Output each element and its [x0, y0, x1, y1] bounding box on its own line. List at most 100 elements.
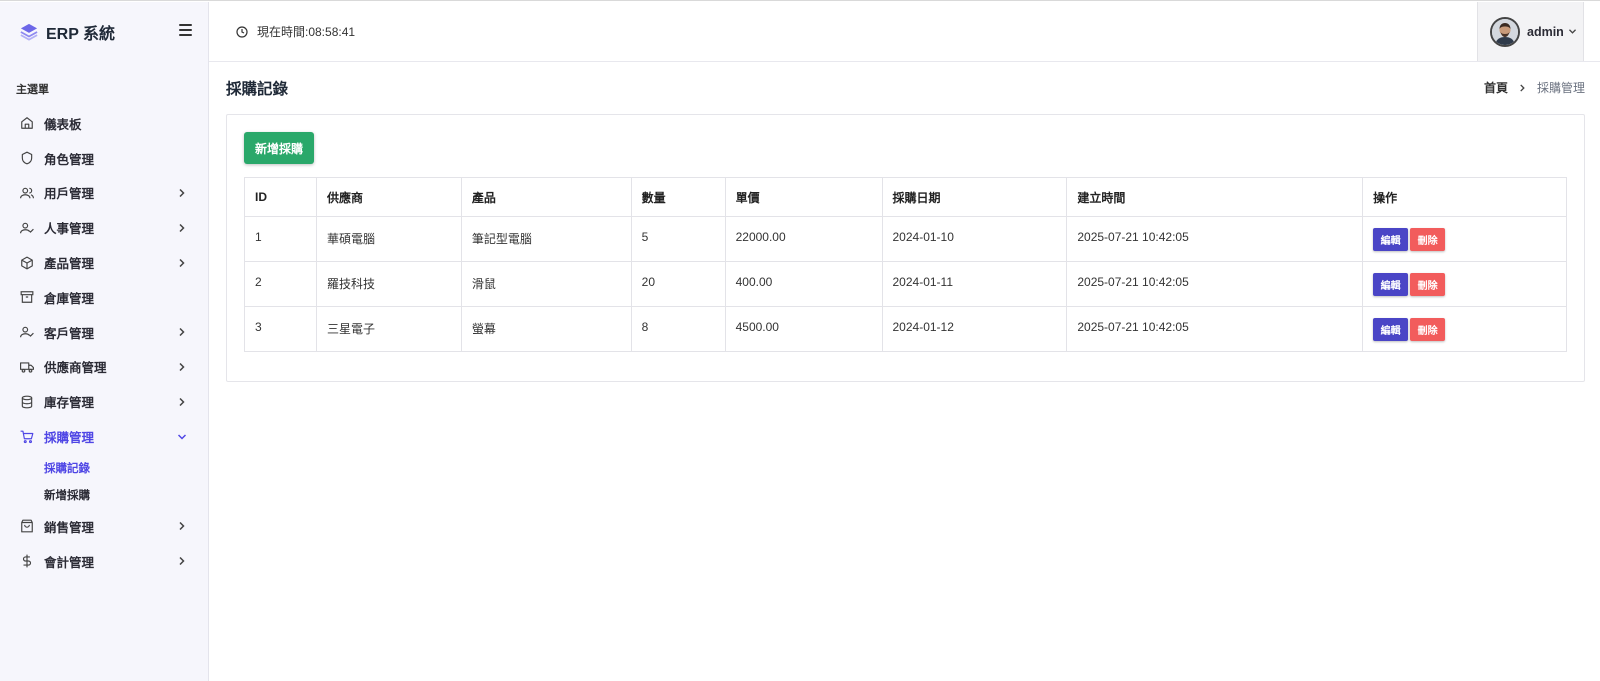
sidebar-item-customers[interactable]: 客戶管理 [0, 315, 208, 350]
edit-button[interactable]: 編輯 [1373, 227, 1409, 251]
brand-title: ERP 系統 [46, 26, 116, 43]
cell-created-at: 2025-07-21 10:42:05 [1066, 216, 1364, 262]
cell-created-at: 2025-07-21 10:42:05 [1066, 306, 1364, 352]
sidebar-item-products[interactable]: 產品管理 [0, 245, 208, 280]
submenu-item-new-purchase[interactable]: 新增採購 [0, 481, 208, 509]
chevron-down-icon [1568, 29, 1576, 34]
chevron-right-icon [1520, 83, 1525, 92]
column-header-quantity: 數量 [630, 177, 726, 217]
cell-quantity: 8 [630, 306, 726, 352]
sidebar-item-dashboard[interactable]: 儀表板 [0, 106, 208, 141]
breadcrumb-current: 採購管理 [1536, 81, 1585, 95]
sidebar-item-label: 人事管理 [44, 222, 95, 237]
sidebar-item-label: 角色管理 [44, 152, 95, 167]
sidebar-item-hr[interactable]: 人事管理 [0, 210, 208, 245]
chevron-right-icon [179, 188, 185, 197]
clock-text: 現在時間:08:58:41 [257, 25, 356, 39]
add-purchase-button[interactable]: 新增採購 [244, 132, 314, 164]
chevron-right-icon [179, 397, 185, 406]
user-name: admin [1527, 24, 1564, 39]
sidebar-item-inventory[interactable]: 庫存管理 [0, 384, 208, 419]
sidebar-item-label: 供應商管理 [44, 361, 107, 376]
sidebar-item-label: 產品管理 [44, 257, 95, 272]
column-header-unit-price: 單價 [724, 177, 883, 217]
shield-icon [20, 151, 34, 165]
home-icon [20, 116, 34, 130]
sidebar-item-roles[interactable]: 角色管理 [0, 141, 208, 176]
cell-supplier: 三星電子 [315, 306, 462, 352]
sidebar: ERP 系統 主選單 儀表板 角色管理 用戶管理 人事管理 產品管理 倉庫管理 … [0, 2, 209, 681]
column-header-created-at: 建立時間 [1066, 177, 1364, 217]
cell-created-at: 2025-07-21 10:42:05 [1066, 261, 1364, 307]
chevron-right-icon [179, 223, 185, 232]
delete-button[interactable]: 刪除 [1410, 272, 1446, 296]
cell-product: 螢幕 [460, 306, 632, 352]
chevron-right-icon [179, 362, 185, 371]
sidebar-item-accounting[interactable]: 會計管理 [0, 544, 208, 579]
cell-supplier: 華碩電腦 [315, 216, 462, 262]
column-header-actions: 操作 [1362, 177, 1567, 217]
topbar: 現在時間:08:58:41 admin [209, 2, 1600, 62]
column-header-id: ID [244, 177, 317, 217]
cell-unit-price: 4500.00 [724, 306, 883, 352]
sidebar-item-label: 庫存管理 [44, 396, 95, 411]
cell-actions: 編輯 刪除 [1362, 216, 1567, 262]
table-row: 2 羅技科技 滑鼠 20 400.00 2024-01-11 2025-07-2… [244, 261, 1567, 307]
cell-quantity: 5 [630, 216, 726, 262]
chevron-right-icon [179, 522, 185, 531]
user-menu[interactable]: admin [1477, 2, 1584, 61]
menu-toggle-icon[interactable] [179, 24, 192, 36]
users-icon [20, 186, 34, 200]
chevron-right-icon [179, 328, 185, 337]
cell-actions: 編輯 刪除 [1362, 306, 1567, 352]
breadcrumb: 首頁 採購管理 [1484, 79, 1585, 96]
delete-button[interactable]: 刪除 [1410, 227, 1446, 251]
sidebar-item-suppliers[interactable]: 供應商管理 [0, 350, 208, 385]
chevron-right-icon [179, 258, 185, 267]
cell-purchase-date: 2024-01-12 [881, 306, 1068, 352]
sidebar-item-label: 採購管理 [44, 431, 95, 446]
purchasing-submenu: 採購記錄 新增採購 [0, 454, 208, 509]
dollar-icon [20, 554, 34, 568]
chevron-down-icon [178, 434, 186, 440]
edit-button[interactable]: 編輯 [1373, 272, 1409, 296]
cell-actions: 編輯 刪除 [1362, 261, 1567, 307]
delete-button[interactable]: 刪除 [1410, 317, 1446, 341]
cell-id: 2 [244, 261, 317, 307]
cell-unit-price: 22000.00 [724, 216, 883, 262]
cell-quantity: 20 [630, 261, 726, 307]
chevron-right-icon [179, 557, 185, 566]
cell-purchase-date: 2024-01-11 [881, 261, 1068, 307]
brand: ERP 系統 [0, 2, 208, 62]
edit-button[interactable]: 編輯 [1373, 317, 1409, 341]
archive-icon [20, 290, 34, 304]
sidebar-item-label: 倉庫管理 [44, 291, 95, 306]
sidebar-item-purchasing[interactable]: 採購管理 [0, 419, 208, 454]
cell-unit-price: 400.00 [724, 261, 883, 307]
page-title: 採購記錄 [226, 81, 289, 98]
sidebar-section-label: 主選單 [16, 84, 49, 96]
shopping-bag-icon [20, 519, 34, 533]
column-header-supplier: 供應商 [315, 177, 462, 217]
truck-icon [20, 360, 34, 374]
cell-product: 筆記型電腦 [460, 216, 632, 262]
avatar [1490, 16, 1520, 47]
sidebar-item-label: 客戶管理 [44, 326, 95, 341]
clock-icon [236, 25, 248, 38]
sidebar-item-sales[interactable]: 銷售管理 [0, 509, 208, 544]
cell-supplier: 羅技科技 [315, 261, 462, 307]
sidebar-item-label: 用戶管理 [44, 187, 95, 202]
sidebar-item-warehouse[interactable]: 倉庫管理 [0, 280, 208, 315]
sidebar-item-users[interactable]: 用戶管理 [0, 176, 208, 211]
user-check-icon [20, 325, 34, 339]
layers-logo-icon [20, 23, 38, 41]
table-row: 3 三星電子 螢幕 8 4500.00 2024-01-12 2025-07-2… [244, 306, 1567, 352]
database-icon [20, 395, 34, 409]
purchase-table: ID 供應商 產品 數量 單價 採購日期 建立時間 操作 1 華碩電腦 筆記型電… [244, 177, 1567, 352]
sidebar-menu: 儀表板 角色管理 用戶管理 人事管理 產品管理 倉庫管理 客戶管理 供應商管理 … [0, 106, 208, 579]
user-check-icon [20, 221, 34, 235]
breadcrumb-home[interactable]: 首頁 [1484, 79, 1508, 96]
table-row: 1 華碩電腦 筆記型電腦 5 22000.00 2024-01-10 2025-… [244, 216, 1567, 262]
clock: 現在時間:08:58:41 [236, 23, 355, 40]
submenu-item-purchase-records[interactable]: 採購記錄 [0, 454, 208, 482]
